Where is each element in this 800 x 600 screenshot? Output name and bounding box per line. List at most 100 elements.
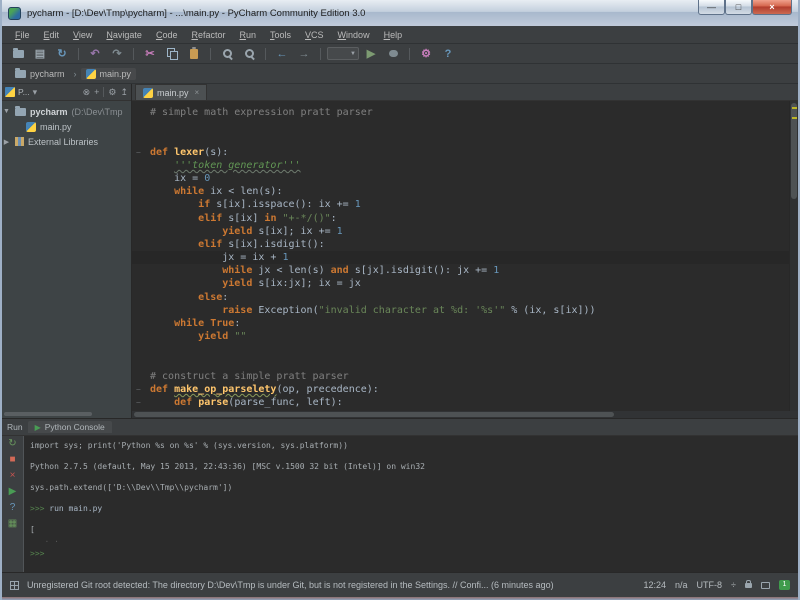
breadcrumb-project[interactable]: pycharm — [10, 68, 70, 80]
close-button[interactable]: × — [752, 0, 792, 15]
replace-icon[interactable] — [239, 46, 259, 62]
close-icon[interactable]: ⊗ — [83, 87, 91, 98]
tree-item-project-root[interactable]: ▼ pycharm (D:\Dev\Tmp — [2, 104, 131, 119]
panel-settings-icon[interactable]: ⚙ — [108, 87, 116, 98]
settings-icon[interactable]: ⚙ — [416, 46, 436, 62]
line-separator-indicator[interactable]: n/a — [675, 580, 688, 590]
collapse-arrow-icon[interactable]: ▶ — [2, 138, 11, 146]
back-icon[interactable]: ← — [272, 46, 292, 62]
redo-icon[interactable]: ↷ — [107, 46, 127, 62]
menu-refactor[interactable]: Refactor — [184, 28, 232, 42]
tab-close-icon[interactable]: × — [195, 88, 200, 97]
console-line: sys.path.extend(['D:\\Dev\\Tmp\\pycharm'… — [30, 482, 798, 494]
debug-icon — [389, 50, 398, 57]
run-configuration-select[interactable]: ▼ — [327, 47, 359, 60]
editor-tab-bar: main.py × — [132, 84, 798, 101]
run-icon[interactable]: ▶ — [361, 46, 381, 62]
project-view-icon — [5, 87, 15, 97]
main-toolbar: ▤↻ ↶↷ ✂ ←→ ▼ ▶ ⚙? — [2, 44, 798, 64]
console-output[interactable]: import sys; print('Python %s on %s' % (s… — [24, 436, 798, 572]
main-area: P... ▾ ⊗+ ⚙ ↥ ▼ pycharm (D:\Dev\Tmp main.p… — [2, 84, 798, 418]
collapse-all-icon[interactable]: ↥ — [120, 87, 128, 98]
editor-vscrollbar[interactable] — [789, 101, 798, 411]
tab-python-console[interactable]: ▶ Python Console — [28, 421, 112, 433]
warning-stripe-mark[interactable] — [792, 107, 797, 109]
close-icon[interactable]: × — [10, 471, 16, 481]
console-line: import sys; print('Python %s on %s' % (s… — [30, 440, 798, 452]
run-panel-title[interactable]: Run — [7, 422, 23, 432]
folder-icon — [15, 108, 26, 116]
expand-arrow-icon[interactable]: ▼ — [2, 108, 11, 115]
libraries-icon — [15, 137, 24, 146]
code-line: yield s[ix]; ix += 1 — [132, 225, 789, 238]
chevron-down-icon: ▼ — [350, 51, 356, 57]
maximize-button[interactable]: □ — [725, 0, 752, 15]
menu-run[interactable]: Run — [232, 28, 263, 42]
code-line: # simple math expression pratt parser — [132, 106, 789, 119]
tree-item-main-py[interactable]: main.py — [2, 119, 131, 134]
sync-icon[interactable]: ↻ — [52, 46, 72, 62]
menu-tools[interactable]: Tools — [263, 28, 298, 42]
tab-main-py[interactable]: main.py × — [135, 84, 207, 100]
code-line: while ix < len(s): — [132, 185, 789, 198]
line-ending-icon[interactable]: ÷ — [731, 580, 736, 590]
project-panel-hscrollbar[interactable] — [4, 412, 92, 416]
menu-file[interactable]: File — [8, 28, 37, 42]
toolbar-separator — [409, 48, 410, 60]
menu-edit[interactable]: Edit — [37, 28, 67, 42]
code-editor[interactable]: # simple math expression pratt parser de… — [132, 101, 789, 411]
project-view-selector[interactable]: P... — [18, 87, 30, 97]
menu-vcs[interactable]: VCS — [298, 28, 331, 42]
save-icon[interactable]: ▤ — [30, 46, 50, 62]
console-settings-icon[interactable]: ▦ — [8, 519, 17, 529]
console-tab-label: Python Console — [45, 422, 105, 432]
menu-window[interactable]: Window — [331, 28, 377, 42]
warning-stripe-mark[interactable] — [792, 117, 797, 119]
chevron-down-icon[interactable]: ▾ — [33, 87, 38, 98]
help-icon[interactable]: ? — [438, 46, 458, 62]
menu-code[interactable]: Code — [149, 28, 185, 42]
code-line — [132, 132, 789, 145]
toolbar-separator — [133, 48, 134, 60]
toolbar-separator — [320, 48, 321, 60]
breadcrumb: pycharm › main.py — [2, 64, 798, 84]
resume-icon[interactable]: ▶ — [9, 487, 17, 497]
pycharm-logo-icon — [8, 7, 21, 20]
console-line: [ — [30, 524, 798, 536]
status-message[interactable]: Unregistered Git root detected: The dire… — [27, 580, 636, 590]
hector-inspections-icon[interactable] — [761, 582, 770, 589]
project-tool-window: P... ▾ ⊗+ ⚙ ↥ ▼ pycharm (D:\Dev\Tmp main.p… — [2, 84, 132, 418]
scrollbar-thumb[interactable] — [134, 412, 614, 417]
help-icon[interactable]: ? — [10, 503, 16, 513]
replace-icon — [244, 48, 255, 59]
forward-icon[interactable]: → — [294, 46, 314, 62]
lock-icon[interactable] — [745, 583, 752, 588]
cut-icon[interactable]: ✂ — [140, 46, 160, 62]
tree-root-label: pycharm — [30, 107, 68, 117]
undo-icon[interactable]: ↶ — [85, 46, 105, 62]
menu-navigate[interactable]: Navigate — [99, 28, 149, 42]
rerun-icon[interactable]: ↻ — [8, 439, 16, 449]
breadcrumb-file[interactable]: main.py — [81, 68, 137, 80]
code-line: def make_op_parselety(op, precedence): — [132, 383, 789, 396]
python-file-icon — [26, 122, 36, 132]
locate-icon[interactable]: + — [94, 87, 99, 97]
encoding-indicator[interactable]: UTF-8 — [697, 580, 723, 590]
python-file-icon — [143, 88, 153, 98]
toolwindow-toggle-icon[interactable] — [10, 581, 19, 590]
paste-icon[interactable] — [184, 46, 204, 62]
tree-item-external-libraries[interactable]: ▶ External Libraries — [2, 134, 131, 149]
copy-icon[interactable] — [162, 46, 182, 62]
title-bar[interactable]: pycharm - [D:\Dev\Tmp\pycharm] - ...\mai… — [2, 0, 798, 26]
menu-help[interactable]: Help — [377, 28, 410, 42]
minimize-button[interactable]: — — [698, 0, 725, 15]
debug-icon[interactable] — [383, 46, 403, 62]
stop-icon[interactable]: ■ — [9, 455, 15, 465]
open-icon[interactable] — [8, 46, 28, 62]
menu-view[interactable]: View — [66, 28, 99, 42]
find-icon[interactable] — [217, 46, 237, 62]
tab-label: main.py — [157, 88, 189, 98]
notification-badge[interactable]: 1 — [779, 580, 790, 590]
editor-hscrollbar[interactable] — [132, 411, 798, 418]
caret-position[interactable]: 12:24 — [644, 580, 667, 590]
